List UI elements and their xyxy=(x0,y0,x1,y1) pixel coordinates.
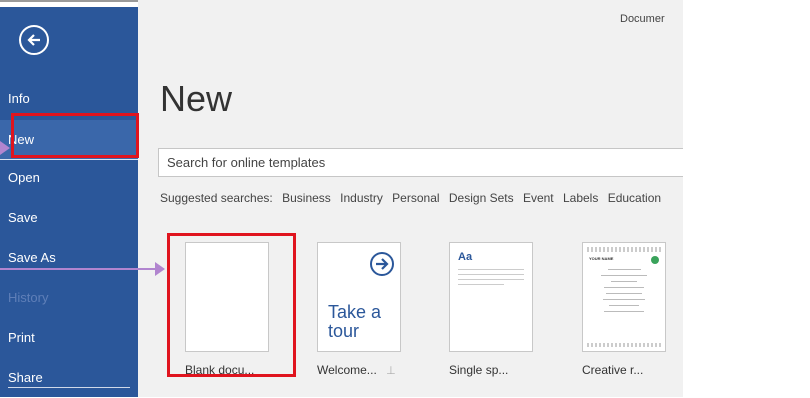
annotation-arrow-head xyxy=(155,262,165,276)
arrow-left-circle-icon xyxy=(27,34,40,46)
template-single-spaced-thumbnail[interactable]: Aa xyxy=(449,242,533,352)
backstage-sidebar: Info New Open Save Save As History Print… xyxy=(0,7,138,397)
template-creative-resume-thumbnail[interactable]: YOUR NAME xyxy=(582,242,666,352)
pin-icon[interactable]: ⊥ xyxy=(386,365,396,377)
nav-save[interactable]: Save xyxy=(0,198,138,238)
template-search-input[interactable]: Search for online templates xyxy=(158,148,683,177)
suggested-link[interactable]: Event xyxy=(523,191,554,205)
resume-logo-icon xyxy=(651,256,659,264)
nav-save-as[interactable]: Save As xyxy=(0,238,138,278)
text-lines xyxy=(458,269,524,289)
annotation-arrow-line xyxy=(0,268,156,270)
suggested-link[interactable]: Labels xyxy=(563,191,598,205)
template-creative-resume-label[interactable]: Creative r... xyxy=(582,363,643,377)
template-single-spaced-label[interactable]: Single sp... xyxy=(449,363,508,377)
page-title: New xyxy=(160,78,233,119)
aa-heading: Aa xyxy=(458,251,473,263)
suggested-link[interactable]: Business xyxy=(282,191,331,205)
resume-name-text: YOUR NAME xyxy=(589,256,614,261)
template-welcome-name: Welcome... xyxy=(317,363,377,377)
highlight-box-new xyxy=(11,113,139,158)
nav-history: History xyxy=(8,290,49,305)
template-welcome-thumbnail[interactable]: Take a tour xyxy=(317,242,401,352)
take-a-tour-text: Take a tour xyxy=(328,302,382,341)
back-button[interactable] xyxy=(19,25,49,55)
nav-open[interactable]: Open xyxy=(0,158,138,198)
template-welcome-label[interactable]: Welcome... ⊥ xyxy=(317,363,396,377)
resume-bottom-band xyxy=(587,343,661,347)
suggested-label: Suggested searches: xyxy=(160,191,273,205)
resume-top-band xyxy=(587,247,661,252)
arrow-right-circle-icon xyxy=(370,252,394,276)
suggested-link[interactable]: Design Sets xyxy=(449,191,514,205)
resume-body-lines xyxy=(591,269,657,317)
nav-print[interactable]: Print xyxy=(0,318,138,358)
suggested-link[interactable]: Education xyxy=(608,191,661,205)
highlight-box-blank xyxy=(167,233,296,377)
suggested-link[interactable]: Personal xyxy=(392,191,439,205)
suggested-link[interactable]: Industry xyxy=(340,191,383,205)
annotation-arrow-head xyxy=(0,141,10,155)
suggested-searches: Suggested searches: Business Industry Pe… xyxy=(160,191,667,205)
nav-share[interactable]: Share xyxy=(0,358,138,398)
window-title: Documer xyxy=(620,13,665,25)
